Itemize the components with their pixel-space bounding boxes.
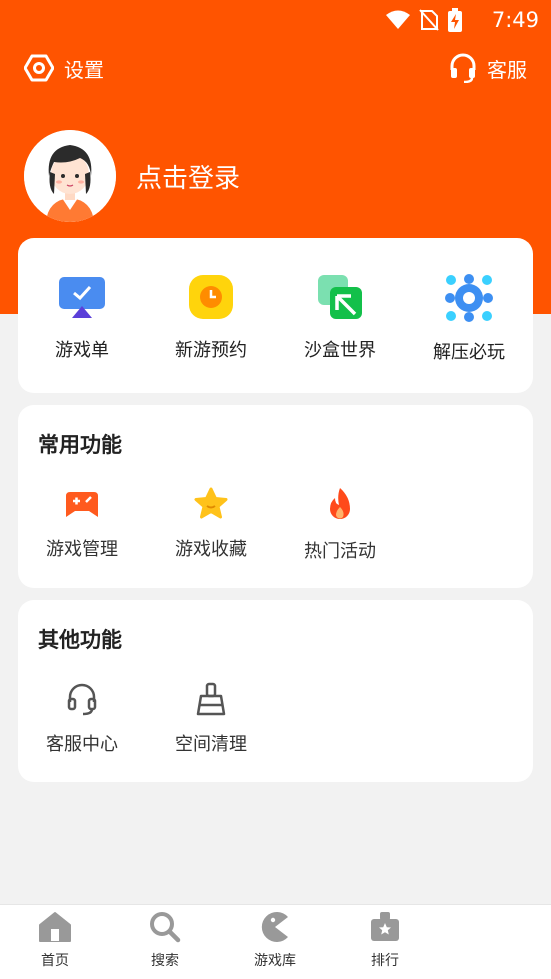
common-functions-title: 常用功能	[38, 433, 122, 457]
avatar[interactable]	[24, 130, 116, 222]
gamepad-icon	[66, 492, 98, 517]
func-item-label: 游戏收藏	[175, 539, 247, 560]
nav-home[interactable]: 首页	[20, 911, 90, 970]
quick-item-new-game-reservation[interactable]: 新游预约	[147, 274, 275, 362]
nav-label: 游戏库	[254, 953, 296, 969]
quick-item-stress-relief[interactable]: 解压必玩	[405, 274, 533, 364]
support-label: 客服	[487, 57, 527, 82]
settings-icon	[24, 54, 54, 82]
quick-item-sandbox-world[interactable]: 沙盒世界	[276, 274, 404, 362]
sandbox-icon	[318, 275, 362, 319]
search-icon	[150, 912, 181, 943]
nav-ranking[interactable]: 排行	[350, 911, 420, 970]
quick-item-label: 游戏单	[55, 340, 109, 361]
broom-icon	[196, 682, 226, 716]
top-bar: 设置 客服	[0, 50, 551, 90]
quick-actions-card: 游戏单 新游预约 沙盒世界 解压必玩	[18, 238, 533, 393]
nav-label: 首页	[41, 953, 69, 969]
nav-search[interactable]: 搜索	[130, 911, 200, 970]
nav-game-library[interactable]: 游戏库	[240, 911, 310, 970]
status-bar: 7:49	[0, 0, 551, 40]
ranking-icon	[371, 912, 399, 941]
wifi-icon	[386, 10, 410, 29]
status-time: 7:49	[491, 8, 539, 32]
fire-icon	[330, 488, 350, 519]
avatar-illustration	[24, 130, 116, 222]
common-functions-card: 常用功能 游戏管理 游戏收藏 热门活动	[18, 405, 533, 588]
func-item-label: 客服中心	[46, 734, 118, 755]
star-icon	[194, 487, 228, 519]
func-item-label: 热门活动	[304, 541, 376, 562]
quick-item-label: 沙盒世界	[304, 340, 376, 361]
status-icons	[385, 8, 463, 32]
func-item-label: 空间清理	[175, 734, 247, 755]
dots-icon	[445, 274, 493, 322]
quick-item-label: 新游预约	[175, 340, 247, 361]
func-item-game-management[interactable]: 游戏管理	[18, 487, 146, 561]
quick-item-game-list[interactable]: 游戏单	[18, 274, 146, 362]
nav-label: 搜索	[151, 953, 179, 969]
func-item-space-cleanup[interactable]: 空间清理	[147, 682, 275, 756]
other-functions-title: 其他功能	[38, 628, 122, 652]
other-functions-card: 其他功能 客服中心 空间清理	[18, 600, 533, 782]
func-item-customer-service[interactable]: 客服中心	[18, 682, 146, 756]
login-link[interactable]: 点击登录	[136, 158, 240, 195]
func-item-game-favorites[interactable]: 游戏收藏	[147, 487, 275, 561]
quick-item-label: 解压必玩	[433, 342, 505, 363]
settings-label: 设置	[64, 57, 104, 82]
func-item-hot-events[interactable]: 热门活动	[276, 487, 404, 563]
func-item-label: 游戏管理	[46, 539, 118, 560]
support-button[interactable]: 客服	[449, 53, 527, 83]
pacman-icon	[261, 912, 288, 942]
game-list-icon	[59, 277, 105, 318]
headset-icon	[67, 683, 97, 716]
bottom-nav: 首页 搜索 游戏库 排行	[0, 904, 551, 979]
clock-icon	[189, 275, 233, 319]
headset-icon	[450, 53, 476, 83]
battery-charging-icon	[448, 8, 462, 32]
nav-label: 排行	[371, 953, 399, 969]
settings-button[interactable]: 设置	[24, 53, 104, 83]
no-sim-icon	[419, 9, 439, 31]
home-icon	[39, 912, 71, 942]
